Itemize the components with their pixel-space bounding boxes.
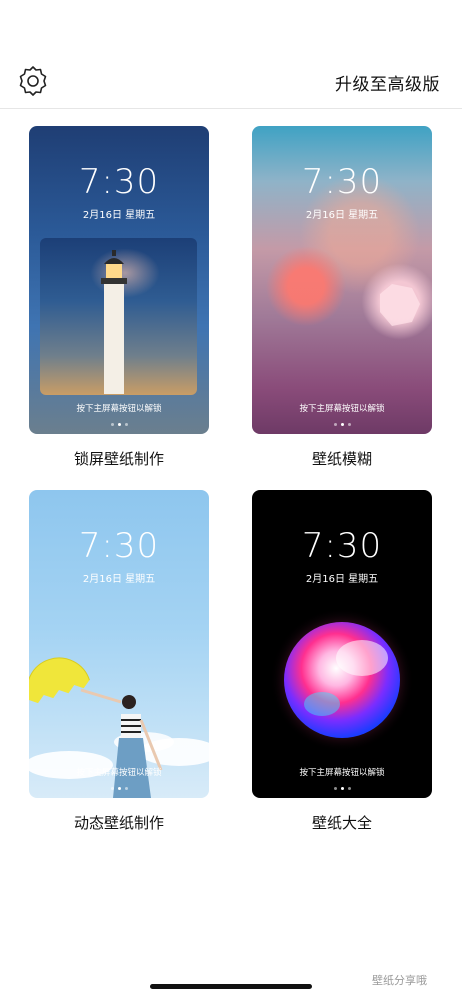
unlock-hint: 按下主屏幕按钮以解锁 [299,404,385,414]
unlock-hint: 按下主屏幕按钮以解锁 [76,404,162,414]
lock-time: 7:30 [78,162,160,202]
page-dots [252,787,432,790]
page-dots [29,787,209,790]
wallpaper-gallery-caption: 壁纸大全 [311,814,372,832]
home-indicator[interactable] [150,984,312,989]
gear-icon[interactable] [16,64,50,98]
watermark: 壁纸分享哦 [372,974,427,987]
top-bar: 升级至高级版 [0,52,462,109]
lock-date: 2月16日 星期五 [82,210,156,221]
page-dots [29,423,209,426]
page-dots [252,423,432,426]
lighthouse-photo [40,238,197,395]
wallpaper-blur-card[interactable]: 7:30 2月16日 星期五 按下主屏幕按钮以解锁 [252,126,432,434]
lockscreen-wallpaper-card[interactable]: 7:30 2月16日 星期五 按下主屏幕按钮以解锁 [29,126,209,434]
unlock-hint: 按下主屏幕按钮以解锁 [299,768,385,778]
wallpaper-blur-caption: 壁纸模糊 [311,450,372,468]
wallpaper-gallery-card[interactable]: 7:30 2月16日 星期五 按下主屏幕按钮以解锁 [252,490,432,798]
live-wallpaper-caption: 动态壁纸制作 [73,814,164,832]
live-wallpaper-card[interactable]: 7:30 2月16日 星期五 按下主屏幕按钮以解锁 [29,490,209,798]
lockscreen-wallpaper-caption: 锁屏壁纸制作 [73,450,164,468]
unlock-hint: 按下主屏幕按钮以解锁 [76,768,162,778]
upgrade-button[interactable]: 升级至高级版 [335,70,440,95]
